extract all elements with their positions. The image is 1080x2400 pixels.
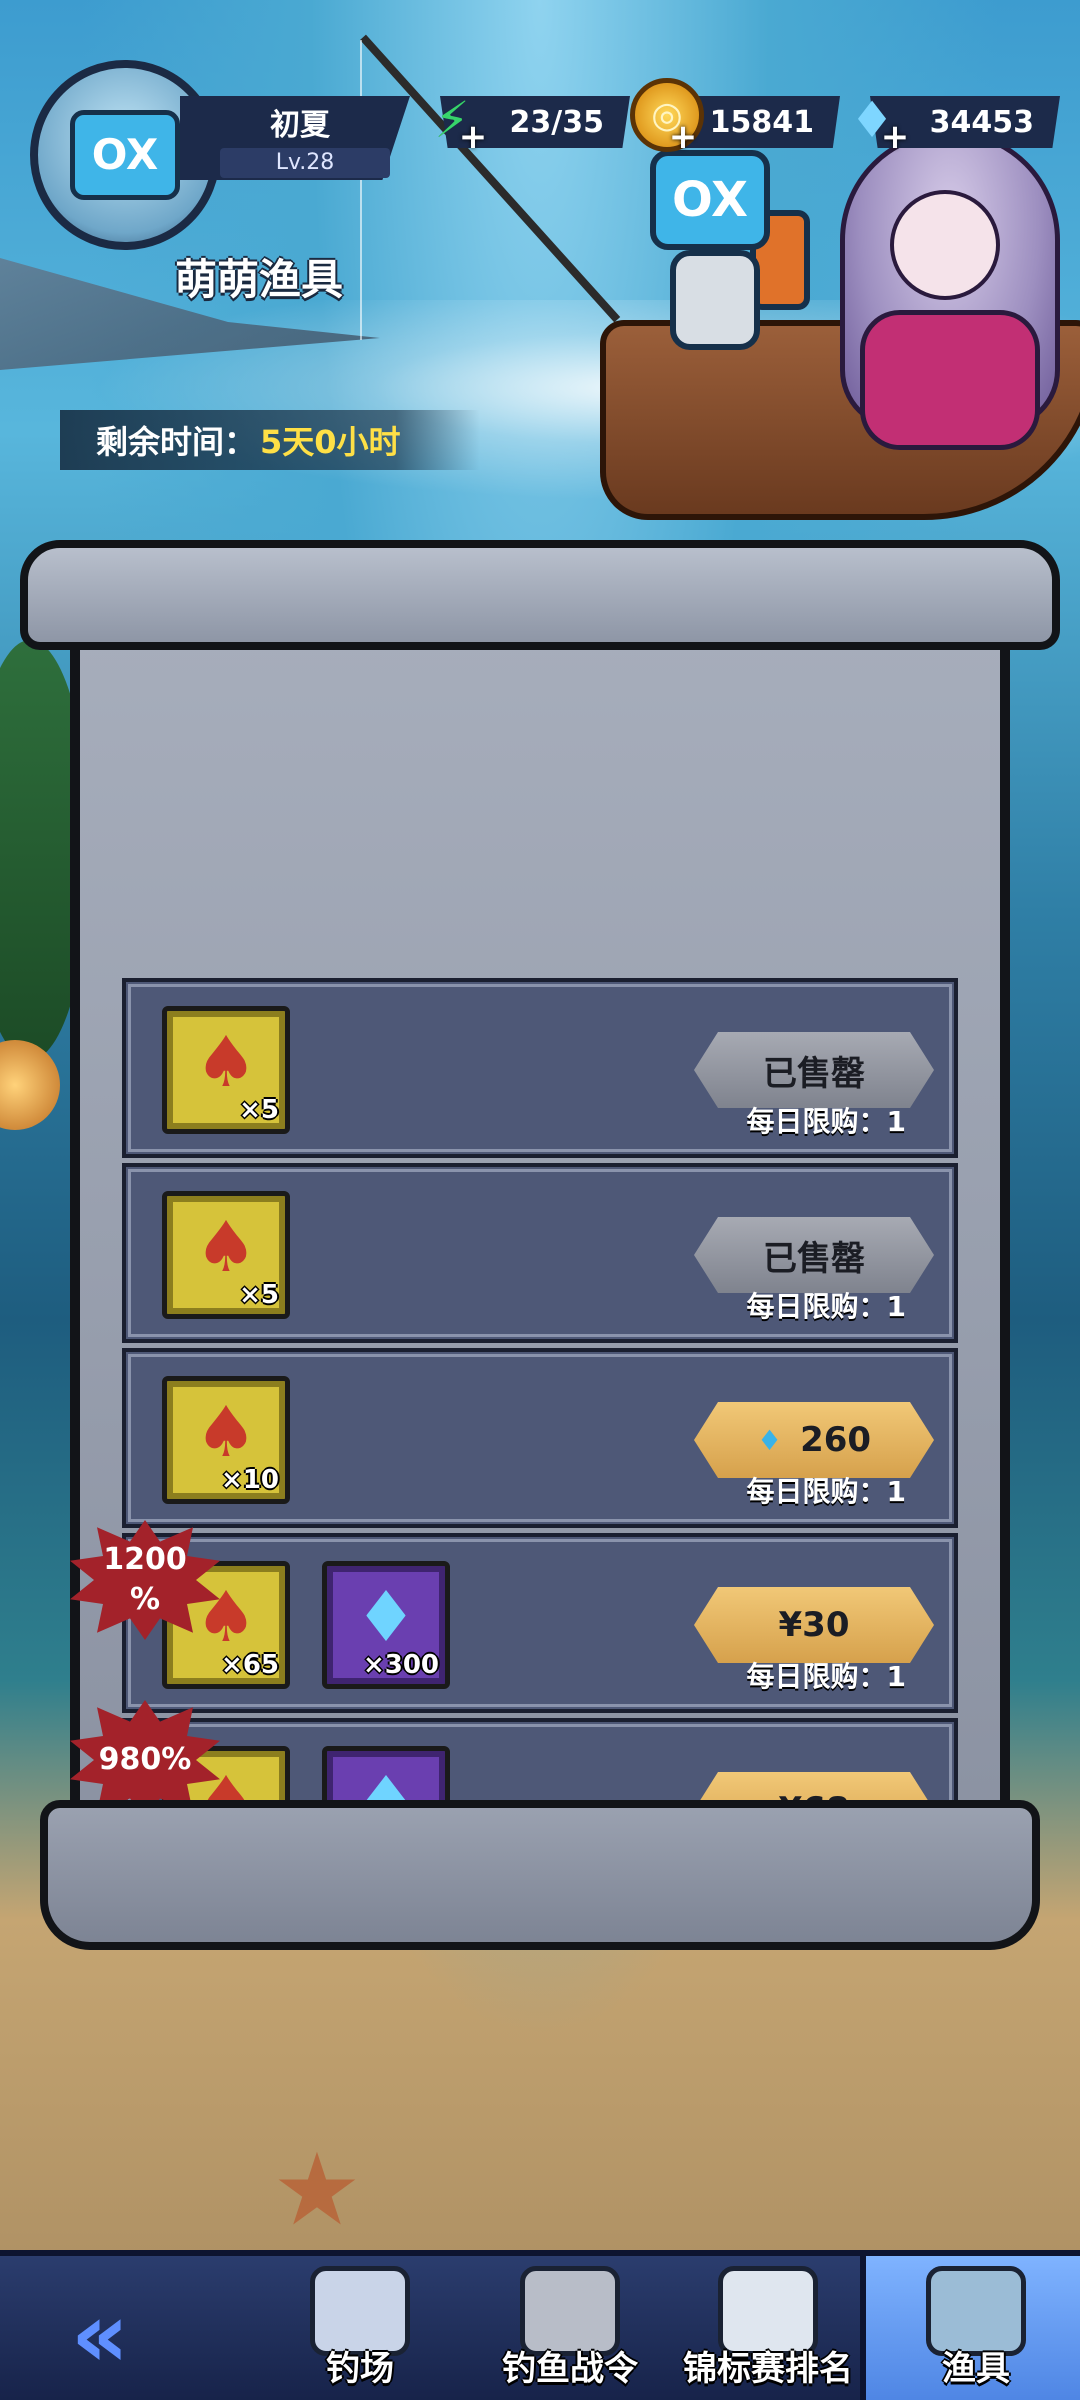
tab-fishing-ground[interactable]: 钓场 xyxy=(260,2256,460,2400)
remaining-time-bar: 剩余时间： 5天0小时 xyxy=(60,410,480,470)
daily-limit: 每日限购：1 xyxy=(746,1475,906,1508)
tab-label: 渔具 xyxy=(942,2349,1010,2389)
add-gem-button[interactable]: + xyxy=(880,120,910,154)
offer-list[interactable]: ♠ ×5 已售罄 每日限购：1 ♠ ×5 已售罄 每日限购：1 ♠ ×10 ♦ … xyxy=(122,978,958,1822)
daily-limit: 每日限购：1 xyxy=(746,1660,906,1693)
discount-badge-text: 1200 % xyxy=(103,1542,187,1617)
player-name: 初夏 xyxy=(270,108,330,143)
discount-badge-text: 980% xyxy=(98,1742,192,1777)
gem-price-button[interactable]: ♦ 260 xyxy=(694,1402,934,1478)
add-energy-button[interactable]: + xyxy=(458,120,488,154)
daily-limit: 每日限购：1 xyxy=(746,1290,906,1323)
top-hud: OX 初夏 Lv.28 23/35 ⚡ + 15841 ◎ + 34453 ♦ … xyxy=(0,0,1080,480)
tab-tournament-ranking[interactable]: 锦标赛排名 xyxy=(668,2256,868,2400)
tab-fishing-gear[interactable]: 渔具 xyxy=(860,2256,1080,2400)
offer-row: ♠ ×5 已售罄 每日限购：1 xyxy=(122,1163,958,1343)
offer-row: ♠ ×5 已售罄 每日限购：1 xyxy=(122,978,958,1158)
tab-label: 锦标赛排名 xyxy=(683,2349,853,2389)
scroll-top-roll xyxy=(20,540,1060,650)
item-quantity: ×5 xyxy=(239,1280,279,1310)
timer-label: 剩余时间： xyxy=(96,423,257,461)
player-level: Lv.28 xyxy=(220,148,390,178)
bottom-navigation: « 钓场 钓鱼战令 锦标赛排名 渔具 xyxy=(0,2250,1080,2400)
shop-title: 萌萌渔具 xyxy=(175,255,344,304)
item-quantity: ×5 xyxy=(239,1095,279,1125)
sold-out-button[interactable]: 已售罄 xyxy=(694,1032,934,1108)
lure-item[interactable]: ♠ ×10 xyxy=(162,1376,290,1504)
add-coin-button[interactable]: + xyxy=(668,120,698,154)
purchase-button[interactable]: ¥30 xyxy=(694,1587,934,1663)
offer-row: ♠ ×10 ♦ 260 每日限购：1 xyxy=(122,1348,958,1528)
daily-limit: 每日限购：1 xyxy=(746,1105,906,1138)
sold-out-button[interactable]: 已售罄 xyxy=(694,1217,934,1293)
price-label: 260 xyxy=(800,1420,872,1460)
timer-value: 5天0小时 xyxy=(260,423,401,461)
diamond-icon: ♦ xyxy=(756,1423,783,1457)
tab-label: 钓场 xyxy=(326,2349,394,2389)
gem-item[interactable]: ♦ ×300 xyxy=(322,1561,450,1689)
glowing-orb-decoration xyxy=(0,1040,60,1130)
offer-row: ♠ ×65 ♦ ×300 ¥30 每日限购：1 xyxy=(122,1533,958,1713)
avatar-face: OX xyxy=(70,110,180,200)
starfish-icon: ★ xyxy=(272,2131,362,2248)
item-quantity: ×300 xyxy=(362,1650,439,1680)
item-quantity: ×65 xyxy=(221,1650,279,1680)
item-quantity: ×10 xyxy=(221,1465,279,1495)
tab-label: 钓鱼战令 xyxy=(502,2349,638,2389)
lure-item[interactable]: ♠ ×5 xyxy=(162,1006,290,1134)
back-arrow-icon[interactable]: « xyxy=(30,2286,170,2386)
lure-item[interactable]: ♠ ×5 xyxy=(162,1191,290,1319)
tab-battle-pass[interactable]: 钓鱼战令 xyxy=(470,2256,670,2400)
scroll-bottom-roll xyxy=(40,1800,1040,1950)
